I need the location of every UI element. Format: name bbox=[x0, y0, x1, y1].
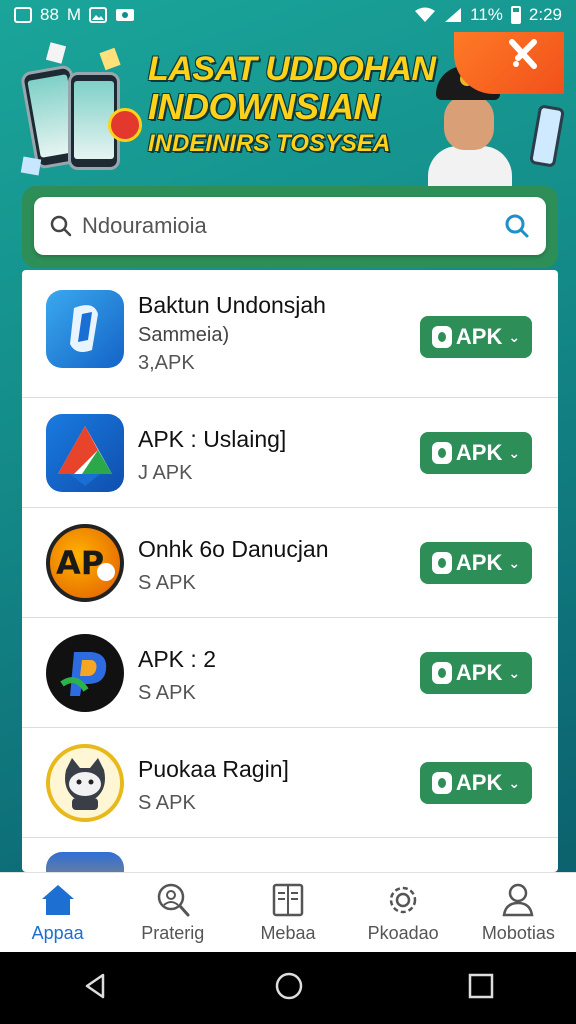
app-size: S APK bbox=[138, 572, 196, 594]
app-size: 3,APK bbox=[138, 352, 195, 374]
signal-text: 11% bbox=[470, 5, 503, 24]
android-icon bbox=[431, 442, 452, 464]
status-left-letter: M bbox=[66, 5, 82, 24]
apk-download-button[interactable]: APK ⌄ bbox=[420, 316, 532, 358]
chevron-down-icon: ⌄ bbox=[508, 774, 521, 791]
search-button-icon[interactable] bbox=[504, 213, 530, 239]
banner-title-line1: LASAT UDDOHAN bbox=[148, 50, 436, 88]
app-name: Puokaa Ragin] bbox=[138, 756, 289, 782]
back-icon[interactable] bbox=[81, 971, 111, 1006]
banner-title-line3: INDEINIRS TOSYSEA bbox=[148, 130, 391, 158]
app-size: S APK bbox=[138, 682, 196, 704]
book-icon bbox=[268, 881, 308, 919]
battery-icon bbox=[510, 6, 521, 24]
status-time: 2:29 bbox=[528, 5, 562, 24]
gear-icon bbox=[383, 881, 423, 919]
apk-button-label: APK bbox=[455, 324, 503, 349]
app-name: APK : 2 bbox=[138, 646, 216, 672]
nav-label: Mebaa bbox=[260, 923, 316, 943]
apk-button-label: APK bbox=[455, 440, 503, 465]
nav-label: Praterig bbox=[141, 923, 205, 943]
list-item[interactable]: Puokaa Ragin] S APK APK ⌄ bbox=[22, 728, 558, 838]
phones-illustration bbox=[18, 38, 158, 188]
app-size: J APK bbox=[138, 462, 193, 484]
search-box[interactable] bbox=[34, 197, 546, 255]
list-item[interactable]: Baktun Undonsjah Sammeia) 3,APK APK ⌄ bbox=[22, 270, 558, 398]
android-icon bbox=[431, 662, 452, 684]
home-circle-icon[interactable] bbox=[273, 970, 305, 1007]
system-nav-bar bbox=[0, 952, 576, 1024]
apk-button-label: APK bbox=[455, 770, 503, 795]
svg-text:AP: AP bbox=[56, 544, 104, 582]
chevron-down-icon: ⌄ bbox=[508, 444, 521, 461]
image-icon bbox=[89, 7, 108, 23]
bottom-nav: Appaa Praterig Mebaa Pkoadao Mobotias bbox=[0, 872, 576, 952]
banner-title-line2: INDOWNSIAN bbox=[148, 85, 380, 127]
app-subtitle: Sammeia) bbox=[138, 324, 230, 346]
search-input[interactable] bbox=[82, 213, 504, 239]
brand-logo bbox=[454, 32, 564, 94]
app-icon-partial bbox=[46, 852, 124, 872]
search-icon bbox=[50, 215, 72, 237]
search-person-icon bbox=[153, 881, 193, 919]
phone-hand-illustration bbox=[528, 104, 564, 168]
colorful-p-icon bbox=[46, 634, 124, 712]
android-icon bbox=[431, 772, 452, 794]
list-item[interactable]: AP Onhk 6o Danucjan S APK APK ⌄ bbox=[22, 508, 558, 618]
chevron-down-icon: ⌄ bbox=[508, 664, 521, 681]
apk-download-button[interactable]: APK ⌄ bbox=[420, 542, 532, 584]
app-list: Baktun Undonsjah Sammeia) 3,APK APK ⌄ AP… bbox=[22, 270, 558, 872]
photo-icon bbox=[115, 7, 135, 23]
promo-banner[interactable]: LASAT UDDOHAN INDOWNSIAN INDEINIRS TOSYS… bbox=[12, 32, 564, 192]
nav-label: Pkoadao bbox=[367, 923, 439, 943]
nav-item-library[interactable]: Mebaa bbox=[233, 881, 343, 944]
status-left-text: 88 bbox=[40, 5, 59, 24]
nav-item-profile[interactable]: Mobotias bbox=[463, 881, 573, 944]
status-bar: 88 M 11% 2:29 bbox=[0, 0, 576, 30]
apk-download-button[interactable]: APK ⌄ bbox=[420, 652, 532, 694]
blue-scroll-icon bbox=[46, 290, 124, 368]
apk-button-label: APK bbox=[455, 660, 503, 685]
home-icon bbox=[38, 881, 78, 919]
person-icon bbox=[498, 881, 538, 919]
android-icon bbox=[431, 552, 452, 574]
android-icon bbox=[431, 326, 452, 348]
apk-download-button[interactable]: APK ⌄ bbox=[420, 432, 532, 474]
chevron-down-icon: ⌄ bbox=[508, 554, 521, 571]
recents-icon[interactable] bbox=[467, 972, 495, 1005]
cat-mascot-icon bbox=[46, 744, 124, 822]
status-left: 88 M bbox=[14, 5, 135, 25]
app-name: Onhk 6o Danucjan bbox=[138, 536, 329, 562]
list-item[interactable]: APK : 2 S APK APK ⌄ bbox=[22, 618, 558, 728]
status-right: 11% 2:29 bbox=[414, 5, 562, 25]
triangle-logo-icon bbox=[46, 414, 124, 492]
nav-label: Appaa bbox=[31, 923, 84, 943]
apk-download-button[interactable]: APK ⌄ bbox=[420, 762, 532, 804]
search-container bbox=[22, 186, 558, 268]
app-name: Baktun Undonsjah bbox=[138, 292, 326, 318]
banner-title: LASAT UDDOHAN INDOWNSIAN INDEINIRS TOSYS… bbox=[148, 50, 448, 158]
nav-label: Mobotias bbox=[481, 923, 555, 943]
chevron-down-icon: ⌄ bbox=[508, 328, 521, 345]
x-logo-icon bbox=[509, 39, 537, 69]
ap-cartoon-icon: AP bbox=[46, 524, 124, 602]
wifi-icon bbox=[414, 7, 436, 23]
app-size: S APK bbox=[138, 792, 196, 814]
app-name: APK : Uslaing] bbox=[138, 426, 287, 452]
signal-icon bbox=[444, 7, 462, 23]
list-item[interactable] bbox=[22, 838, 558, 872]
nav-item-search[interactable]: Praterig bbox=[118, 881, 228, 944]
nav-item-settings[interactable]: Pkoadao bbox=[348, 881, 458, 944]
notification-icon bbox=[14, 7, 32, 23]
nav-item-apps[interactable]: Appaa bbox=[3, 881, 113, 944]
apk-button-label: APK bbox=[455, 550, 503, 575]
list-item[interactable]: APK : Uslaing] J APK APK ⌄ bbox=[22, 398, 558, 508]
